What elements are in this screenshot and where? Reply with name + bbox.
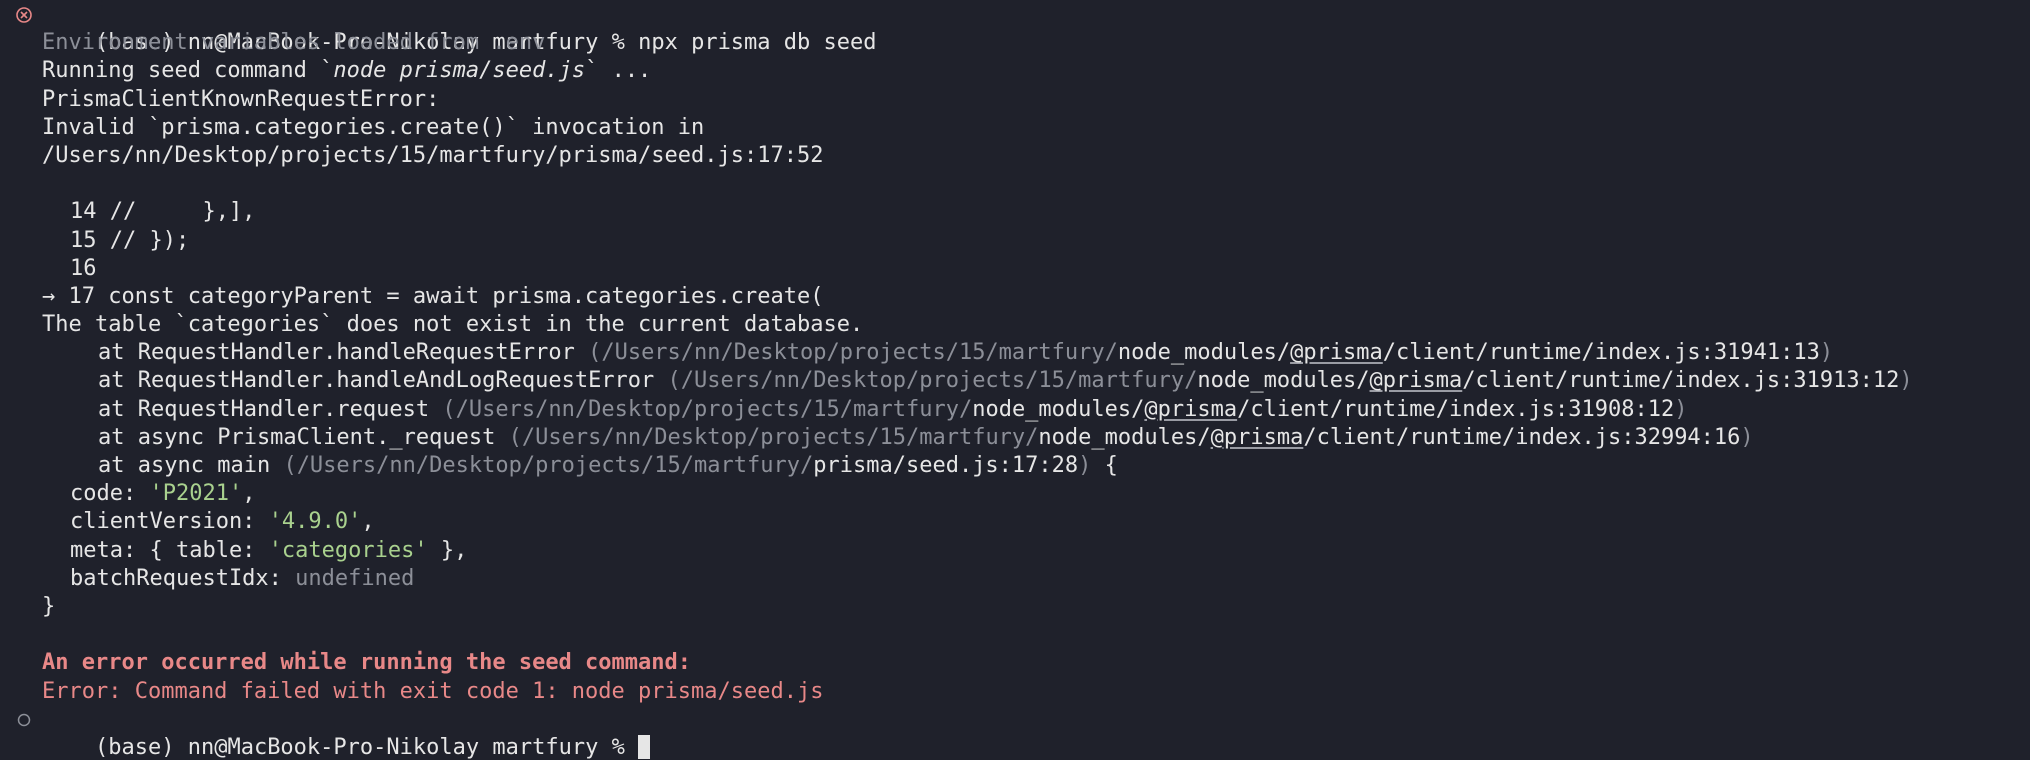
error-class-line: PrismaClientKnownRequestError: bbox=[42, 86, 440, 112]
text-cursor[interactable] bbox=[638, 734, 651, 759]
env-loaded-line: Environment variables loaded from .env bbox=[42, 30, 546, 56]
error-circle-icon bbox=[14, 1, 34, 29]
stack-line: at RequestHandler.handleAndLogRequestErr… bbox=[98, 368, 1913, 394]
stack-module: prisma/seed.js:17:28 bbox=[813, 453, 1079, 478]
prop-value: 'categories' bbox=[268, 537, 428, 563]
stack-at: at RequestHandler.handleRequestError bbox=[98, 340, 575, 366]
stack-suffix: { bbox=[1091, 453, 1118, 478]
object-close-line: } bbox=[42, 593, 56, 619]
stack-line: at async PrismaClient._request (/Users/n… bbox=[98, 424, 1754, 450]
prop-value: undefined bbox=[295, 565, 415, 591]
prop-key: code: bbox=[70, 481, 137, 507]
prop-meta-line: meta: { table: 'categories' }, bbox=[0, 537, 2030, 565]
stack-path: /Users/nn/Desktop/projects/15/martfury/ bbox=[680, 368, 1198, 394]
stack-rest: /client/runtime/index.js:32994:16 bbox=[1303, 424, 1741, 450]
stack-rest: /client/runtime/index.js:31913:12 bbox=[1462, 368, 1900, 394]
prompt-env: (base) bbox=[94, 734, 175, 760]
code-line: 14 // },], bbox=[70, 199, 256, 225]
stack-scope: @prisma bbox=[1144, 396, 1238, 422]
prop-value: 'P2021' bbox=[149, 481, 243, 507]
code-line-highlighted: → 17 const categoryParent = await prisma… bbox=[42, 283, 824, 309]
stack-rest: /client/runtime/index.js:31941:13 bbox=[1382, 340, 1820, 366]
prop-batch-line: batchRequestIdx: undefined bbox=[0, 565, 2030, 593]
stack-line: at async main (/Users/nn/Desktop/project… bbox=[98, 453, 1118, 478]
prop-key: clientVersion: bbox=[70, 509, 256, 535]
stack-at: at RequestHandler.handleAndLogRequestErr… bbox=[98, 368, 655, 394]
invalid-invocation-line: Invalid `prisma.categories.create()` inv… bbox=[42, 114, 705, 140]
hollow-circle-icon bbox=[14, 706, 34, 734]
stack-at: at async main bbox=[98, 453, 271, 478]
prop-end: }, bbox=[427, 537, 468, 563]
stack-path: /Users/nn/Desktop/projects/15/martfury/ bbox=[296, 453, 814, 478]
seed-error-title: An error occurred while running the seed… bbox=[42, 650, 692, 676]
stack-module: node_modules/ bbox=[972, 396, 1145, 422]
stack-line: at RequestHandler.request (/Users/nn/Des… bbox=[98, 396, 1688, 422]
stack-scope: @prisma bbox=[1369, 368, 1463, 394]
code-line: 16 bbox=[70, 255, 97, 281]
prop-key: meta: { table: bbox=[70, 537, 256, 563]
prompt-line: (base) nn@MacBook-Pro-Nikolay martfury %… bbox=[0, 1, 2030, 55]
seed-error-detail: Error: Command failed with exit code 1: … bbox=[42, 678, 824, 704]
stack-module: node_modules/ bbox=[1197, 368, 1370, 394]
stack-path: /Users/nn/Desktop/projects/15/martfury/ bbox=[601, 340, 1118, 366]
stack-path: /Users/nn/Desktop/projects/15/martfury/ bbox=[521, 424, 1039, 450]
prompt-symbol: % bbox=[611, 734, 625, 760]
table-error-line: The table `categories` does not exist in… bbox=[42, 312, 864, 338]
stack-at: at async PrismaClient._request bbox=[98, 424, 496, 450]
running-command: node prisma/seed.js bbox=[333, 58, 586, 84]
stack-line: at RequestHandler.handleRequestError (/U… bbox=[98, 340, 1834, 366]
running-prefix: Running seed command ` bbox=[42, 58, 334, 84]
stack-path: /Users/nn/Desktop/projects/15/martfury/ bbox=[455, 396, 973, 422]
stack-module: node_modules/ bbox=[1117, 340, 1291, 366]
stack-module: node_modules/ bbox=[1038, 424, 1211, 450]
prop-value: '4.9.0' bbox=[268, 509, 362, 535]
prop-code-line: code: 'P2021', bbox=[70, 481, 256, 507]
prompt-host: nn@MacBook-Pro-Nikolay bbox=[187, 734, 480, 760]
prop-client-version-line: clientVersion: '4.9.0', bbox=[70, 509, 375, 535]
stack-rest: /client/runtime/index.js:31908:12 bbox=[1237, 396, 1675, 422]
stack-scope: @prisma bbox=[1210, 424, 1304, 450]
stack-at: at RequestHandler.request bbox=[98, 396, 430, 422]
terminal-window[interactable]: (base) nn@MacBook-Pro-Nikolay martfury %… bbox=[0, 0, 2030, 760]
running-suffix: ` ... bbox=[585, 58, 652, 84]
idle-prompt-line[interactable]: (base) nn@MacBook-Pro-Nikolay martfury % bbox=[0, 706, 2030, 760]
file-location-line: /Users/nn/Desktop/projects/15/martfury/p… bbox=[42, 142, 824, 168]
prompt-dir: martfury bbox=[492, 734, 599, 760]
prop-key: batchRequestIdx: bbox=[70, 565, 282, 591]
code-line: 15 // }); bbox=[70, 227, 190, 253]
stack-scope: @prisma bbox=[1290, 340, 1383, 366]
running-line: Running seed command `node prisma/seed.j… bbox=[0, 57, 2030, 85]
